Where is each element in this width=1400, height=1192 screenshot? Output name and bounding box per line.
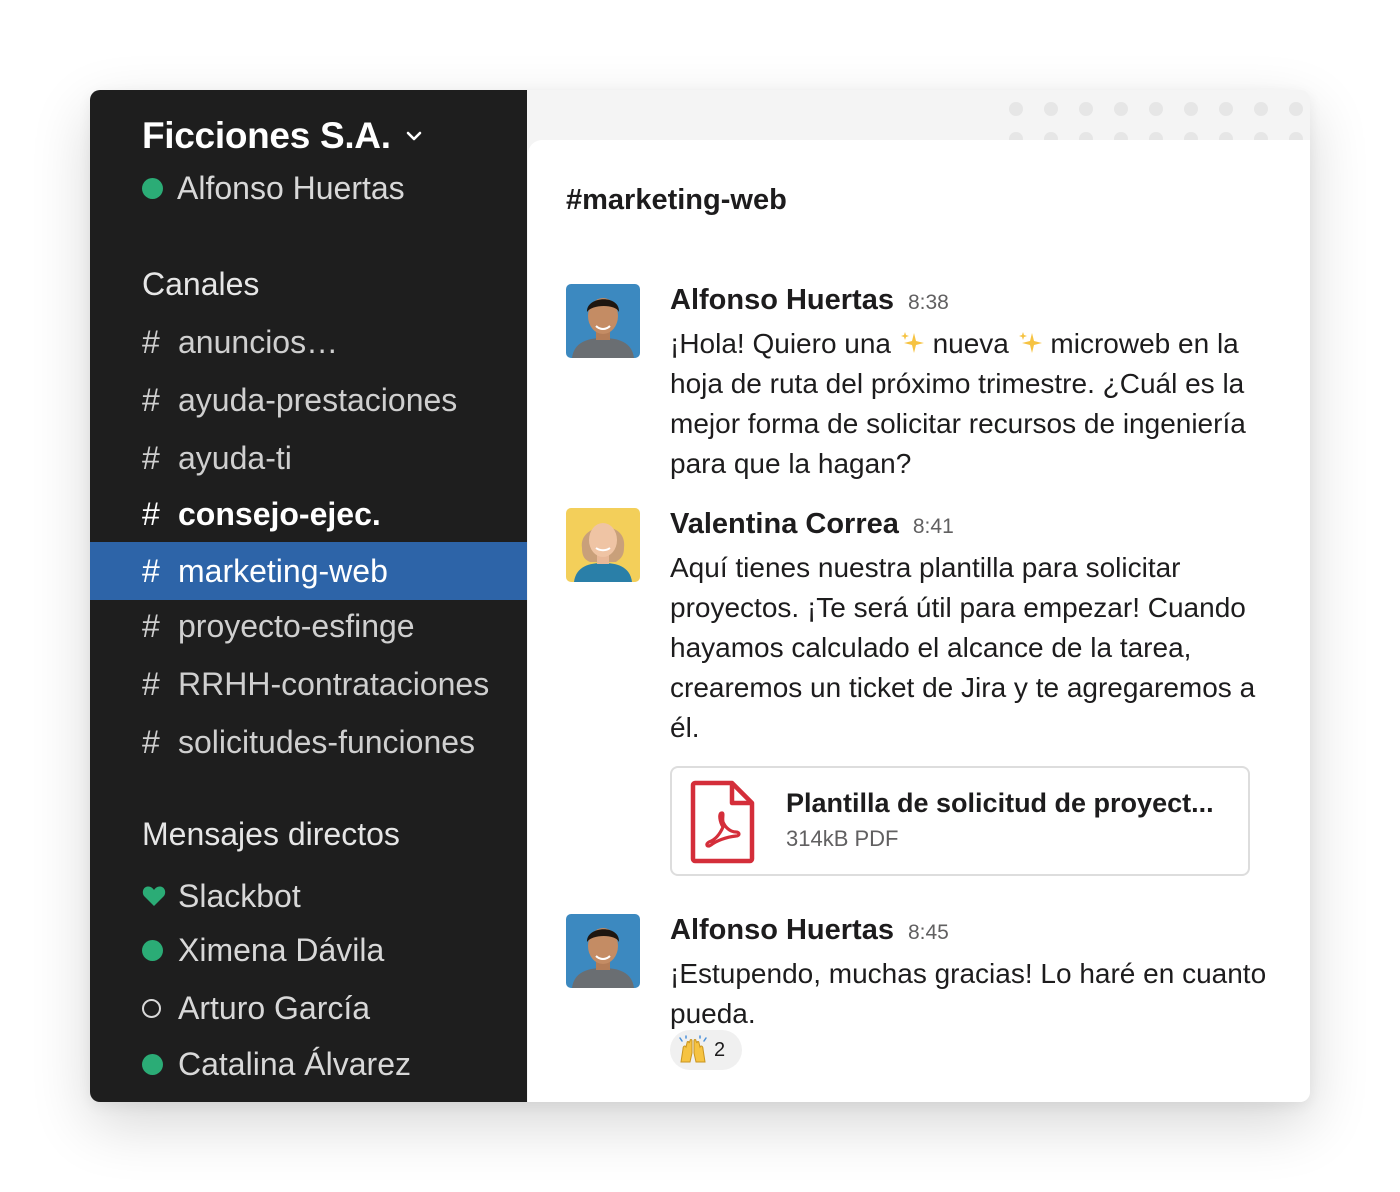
sidebar-dm-catalina-alvarez[interactable]: Catalina Álvarez — [142, 1039, 411, 1089]
sidebar-channel-marketing-web[interactable]: # marketing-web — [90, 542, 527, 600]
channel-label: proyecto-esfinge — [178, 607, 415, 644]
raised-hands-icon — [679, 1035, 707, 1063]
hash-icon: # — [142, 723, 160, 760]
sparkles-icon — [900, 332, 924, 353]
avatar[interactable] — [566, 284, 640, 358]
sidebar-channel-ayuda-ti[interactable]: # ayuda-ti — [90, 429, 527, 487]
channel-label: ayuda-prestaciones — [178, 381, 458, 418]
sidebar-dm-arturo-garcia[interactable]: Arturo García — [142, 983, 370, 1033]
message-sender[interactable]: Alfonso Huertas — [670, 284, 894, 317]
message-text: ¡Estupendo, muchas gracias! Lo haré en c… — [670, 958, 1267, 1029]
message-text: Aquí tienes nuestra plantilla para solic… — [670, 552, 1256, 743]
online-status-icon — [142, 178, 163, 199]
sidebar-dm-slackbot[interactable]: Slackbot — [142, 871, 301, 921]
hash-icon: # — [142, 439, 160, 476]
message-sender[interactable]: Valentina Correa — [670, 508, 899, 541]
current-user[interactable]: Alfonso Huertas — [142, 170, 405, 207]
chevron-down-icon — [406, 131, 422, 141]
heart-icon — [142, 886, 166, 906]
decorative-dot-pattern — [527, 90, 1310, 146]
sparkles-icon — [1018, 332, 1042, 353]
reaction-button[interactable]: 2 — [670, 1030, 742, 1070]
reaction-count: 2 — [714, 1038, 726, 1061]
dm-label: Catalina Álvarez — [178, 1045, 411, 1082]
dm-label: Ximena Dávila — [178, 931, 385, 968]
avatar[interactable] — [566, 508, 640, 582]
message-timestamp[interactable]: 8:41 — [913, 515, 954, 539]
hash-icon: # — [142, 495, 160, 532]
workspace-switcher[interactable]: Ficciones S.A. — [142, 114, 423, 158]
file-meta: 314kB PDF — [786, 826, 899, 851]
sidebar-channel-consejo-ejec[interactable]: # consejo-ejec. — [90, 485, 527, 543]
current-user-name: Alfonso Huertas — [177, 170, 405, 206]
hash-icon: # — [142, 552, 160, 589]
channel-label: solicitudes-funciones — [178, 723, 476, 760]
message-timestamp[interactable]: 8:38 — [908, 291, 949, 315]
pdf-icon — [690, 780, 755, 864]
message-sender[interactable]: Alfonso Huertas — [670, 914, 894, 947]
sidebar-channel-proyecto-esfinge[interactable]: # proyecto-esfinge — [90, 597, 527, 655]
sidebar-channel-ayuda-prestaciones[interactable]: # ayuda-prestaciones — [90, 371, 527, 429]
channel-label: consejo-ejec. — [178, 495, 381, 532]
message-pane: #marketing-web Alfonso Huertas 8:38 ¡Hol… — [528, 140, 1310, 1102]
dm-label: Slackbot — [178, 877, 301, 914]
message-timestamp[interactable]: 8:45 — [908, 921, 949, 945]
online-status-icon — [142, 939, 163, 961]
channels-section-title[interactable]: Canales — [142, 266, 259, 303]
channel-header-title[interactable]: #marketing-web — [566, 184, 787, 217]
message-text: ¡Hola! Quiero una nueva microweb en la h… — [670, 328, 1246, 479]
file-name: Plantilla de solicitud de proyect... — [786, 788, 1214, 818]
channel-label: marketing-web — [178, 552, 388, 589]
avatar[interactable] — [566, 914, 640, 988]
channel-label: anuncios… — [178, 323, 339, 360]
dm-label: Arturo García — [178, 989, 371, 1026]
channel-label: ayuda-ti — [178, 439, 292, 476]
online-status-icon — [142, 1053, 163, 1075]
hash-icon: # — [142, 665, 160, 702]
sidebar-channel-anuncios[interactable]: # anuncios… — [90, 313, 527, 371]
sidebar-dm-ximena-davila[interactable]: Ximena Dávila — [142, 925, 384, 975]
hash-icon: # — [142, 607, 160, 644]
away-status-icon — [142, 998, 161, 1018]
sidebar-channel-rrhh-contrataciones[interactable]: # RRHH-contrataciones — [90, 655, 527, 713]
dm-section-title[interactable]: Mensajes directos — [142, 816, 400, 853]
sidebar-channel-solicitudes-funciones[interactable]: # solicitudes-funciones — [90, 713, 527, 771]
channel-label: RRHH-contrataciones — [178, 665, 490, 702]
hash-icon: # — [142, 381, 160, 418]
app-window: Ficciones S.A. Alfonso Huertas Canales #… — [90, 90, 1310, 1102]
workspace-name: Ficciones S.A. — [142, 115, 391, 156]
file-attachment[interactable]: Plantilla de solicitud de proyect... 314… — [670, 766, 1250, 876]
hash-icon: # — [142, 323, 160, 360]
sidebar: Ficciones S.A. Alfonso Huertas Canales #… — [90, 90, 527, 1102]
